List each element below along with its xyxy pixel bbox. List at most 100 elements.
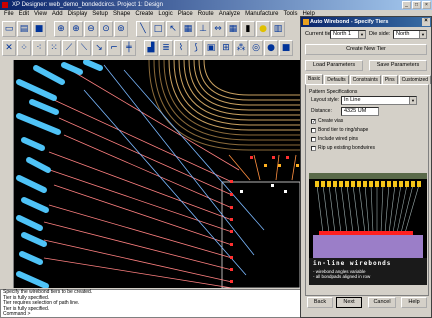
dialog-title: Auto Wirebond - Specify Tiers: [310, 19, 389, 25]
distance-field[interactable]: 4325 UM: [341, 107, 379, 116]
help-button[interactable]: Help: [401, 297, 427, 308]
measure-icon[interactable]: ⇔: [211, 21, 225, 37]
menu-logic[interactable]: Logic: [158, 10, 172, 19]
include-wired-pins-checkbox[interactable]: Include wired pins: [311, 136, 358, 142]
save-icon[interactable]: ■: [32, 21, 46, 37]
dialog-close-icon[interactable]: ×: [422, 18, 430, 26]
close-button[interactable]: ×: [422, 1, 431, 9]
menu-create[interactable]: Create: [135, 10, 153, 19]
menu-tools[interactable]: Tools: [283, 10, 297, 19]
back-button[interactable]: Back: [307, 297, 333, 308]
bus-icon[interactable]: ⁙: [47, 40, 61, 56]
die-side-select[interactable]: North ▼: [393, 30, 427, 39]
circle-icon[interactable]: ●: [264, 40, 278, 56]
checkbox-unchecked-icon: [311, 136, 316, 142]
menu-display[interactable]: Display: [68, 10, 88, 19]
menu-view[interactable]: View: [34, 10, 47, 19]
toolbar-main: ▭ ▤ ■ ⊕ ⊕ ⊖ ⊙ ⊚ ╲ □ ↖ ▦ ⊥ ⇔ ▦ ▮ ● ▥: [2, 21, 285, 39]
toolbar-separator: [137, 40, 143, 56]
layer-icon[interactable]: ▦: [181, 21, 195, 37]
zoom-previous-icon[interactable]: ⊚: [114, 21, 128, 37]
load-parameters-button[interactable]: Load Parameters: [305, 60, 363, 71]
menu-route[interactable]: Route: [198, 10, 214, 19]
open-folder-icon[interactable]: ▤: [17, 21, 31, 37]
menu-manufacture[interactable]: Manufacture: [245, 10, 278, 19]
bond-tier-to-ring-checkbox[interactable]: Bond tier to ring/shape: [311, 127, 368, 133]
menu-place[interactable]: Place: [178, 10, 193, 19]
split-icon[interactable]: ╪: [122, 40, 136, 56]
zoom-in-icon[interactable]: ⊕: [69, 21, 83, 37]
minimize-button[interactable]: _: [402, 1, 411, 9]
menu-add[interactable]: Add: [52, 10, 63, 19]
checkbox-checked-icon: ✓: [311, 118, 317, 125]
toolbar-separator: [129, 21, 135, 37]
bond-wires: [43, 71, 240, 288]
pattern-preview: in-line wirebonds - wirebond angles vari…: [309, 173, 427, 285]
menu-shape[interactable]: Shape: [113, 10, 130, 19]
marker-icon[interactable]: ▮: [241, 21, 255, 37]
array-icon[interactable]: ⁂: [234, 40, 248, 56]
chevron-down-icon: ▼: [409, 97, 416, 104]
diagonal-icon[interactable]: ⟋: [62, 40, 76, 56]
create-vias-checkbox[interactable]: ✓ Create vias: [311, 118, 343, 124]
bend-icon[interactable]: ⌐: [107, 40, 121, 56]
tab-pins[interactable]: Pins: [381, 75, 398, 84]
die-side-value: North: [396, 31, 410, 37]
checkbox-label: Rip up existing bondwires: [318, 145, 375, 151]
via-icon[interactable]: ⁖: [32, 40, 46, 56]
layout-style-select[interactable]: In Line ▼: [341, 96, 417, 105]
tab-constraints[interactable]: Constraints: [349, 75, 381, 84]
save-parameters-button[interactable]: Save Parameters: [369, 60, 427, 71]
draw-line-icon[interactable]: ╲: [136, 21, 150, 37]
design-canvas[interactable]: [14, 60, 300, 288]
zoom-icon[interactable]: ⊕: [54, 21, 68, 37]
rip-up-bondwires-checkbox[interactable]: Rip up existing bondwires: [311, 145, 375, 151]
matrix-icon[interactable]: ⊞: [219, 40, 233, 56]
grid-icon[interactable]: ▦: [226, 21, 240, 37]
pattern-specifications-heading: Pattern Specifications: [309, 89, 358, 95]
chart-icon[interactable]: ▟: [144, 40, 158, 56]
table-icon[interactable]: ▥: [271, 21, 285, 37]
chevron-down-icon: ▼: [419, 31, 426, 38]
zoom-fit-icon[interactable]: ⊙: [99, 21, 113, 37]
square-icon[interactable]: ■: [279, 40, 293, 56]
new-file-icon[interactable]: ▭: [2, 21, 16, 37]
pin-icon[interactable]: ⊥: [196, 21, 210, 37]
inline-wirebond-preview-graphic: [309, 173, 427, 258]
ring-icon[interactable]: ◎: [249, 40, 263, 56]
trace-icon[interactable]: ⟍: [77, 40, 91, 56]
cursor-icon[interactable]: ↖: [166, 21, 180, 37]
layout-graphic: [16, 60, 300, 288]
stack-icon[interactable]: ≣: [159, 40, 173, 56]
bond-pads: [16, 60, 103, 288]
menu-analyze[interactable]: Analyze: [219, 10, 240, 19]
route-icon[interactable]: ✕: [2, 40, 16, 56]
menu-edit[interactable]: Edit: [19, 10, 29, 19]
connect-icon[interactable]: ⌇: [174, 40, 188, 56]
maximize-button[interactable]: □: [412, 1, 421, 9]
main-title-bar: XP Designer: web_demo_bondedcircs. Proje…: [0, 0, 432, 10]
preview-caption: in-line wirebonds - wirebond angles vari…: [309, 258, 427, 285]
bond-fingers: [230, 180, 233, 283]
left-sidebar: [0, 60, 14, 288]
cancel-button[interactable]: Cancel: [368, 297, 396, 308]
create-new-tier-button[interactable]: Create New Tier: [305, 44, 427, 55]
highlight-icon[interactable]: ●: [256, 21, 270, 37]
next-button[interactable]: Next: [336, 297, 362, 308]
checkbox-unchecked-icon: [311, 127, 316, 133]
menu-file[interactable]: File: [4, 10, 14, 19]
tab-defaults[interactable]: Defaults: [324, 75, 349, 84]
preview-note: - all bondpads aligned in row: [313, 274, 371, 279]
current-tier-select[interactable]: North 1 ▼: [330, 30, 366, 39]
rectangle-icon[interactable]: □: [151, 21, 165, 37]
pad-icon[interactable]: ▣: [204, 40, 218, 56]
fanout-icon[interactable]: ⁘: [17, 40, 31, 56]
slide-icon[interactable]: ↘: [92, 40, 106, 56]
menu-setup[interactable]: Setup: [92, 10, 108, 19]
checkbox-unchecked-icon: [311, 145, 316, 151]
command-output[interactable]: Specify the wirebond tiers to be created…: [0, 289, 340, 318]
zoom-out-icon[interactable]: ⊖: [84, 21, 98, 37]
wirebond-icon[interactable]: ⟆: [189, 40, 203, 56]
tab-basic[interactable]: Basic: [305, 74, 324, 84]
tab-customized[interactable]: Customized: [398, 75, 432, 84]
